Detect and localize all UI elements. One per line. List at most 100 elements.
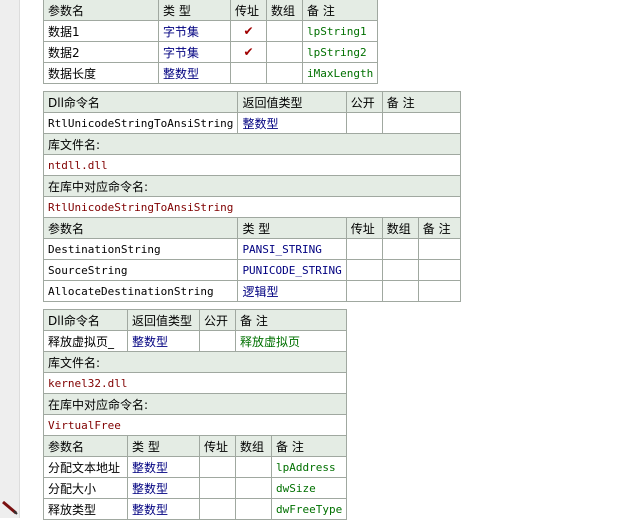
param-name[interactable]: AllocateDestinationString — [42, 280, 239, 302]
dll-note[interactable] — [381, 112, 461, 134]
lib-file-label: 库文件名: — [42, 351, 348, 373]
param-name[interactable]: 数据长度 — [43, 62, 159, 84]
col-dll-name: Dll命令名 — [43, 309, 128, 331]
col-array: 数组 — [381, 217, 419, 239]
param-array[interactable] — [266, 41, 303, 63]
param-note[interactable]: lpString2 — [301, 41, 379, 63]
param-note[interactable]: dwFreeType — [270, 498, 348, 520]
col-return-type: 返回值类型 — [127, 309, 200, 331]
param-byref[interactable] — [345, 280, 383, 302]
col-byref: 传址 — [230, 0, 267, 21]
table-row[interactable]: 分配大小 整数型 dwSize — [43, 477, 348, 499]
dll-header-row: Dll命令名 返回值类型 公开 备 注 — [43, 309, 348, 331]
param-array[interactable] — [266, 62, 303, 84]
col-param-name: 参数名 — [42, 217, 239, 239]
param-note[interactable]: lpString1 — [301, 20, 379, 42]
param-note[interactable] — [417, 259, 461, 281]
param-type[interactable]: PANSI_STRING — [237, 238, 347, 260]
table-row[interactable]: 数据2 字节集 ✔ lpString2 — [43, 41, 379, 63]
param-note[interactable]: lpAddress — [270, 456, 348, 478]
col-note: 备 注 — [234, 309, 348, 331]
param-type[interactable]: PUNICODE_STRING — [237, 259, 347, 281]
param-note[interactable] — [417, 280, 461, 302]
param-type[interactable]: 逻辑型 — [237, 280, 347, 302]
col-param-name: 参数名 — [43, 0, 159, 21]
entry-name-label: 在库中对应命令名: — [42, 393, 348, 415]
param-byref[interactable] — [345, 238, 383, 260]
param-type[interactable]: 整数型 — [127, 456, 200, 478]
param-name[interactable]: 数据1 — [43, 20, 159, 42]
dll-command-name[interactable]: 释放虚拟页_ — [43, 330, 128, 352]
param-byref[interactable] — [199, 498, 236, 520]
table-row[interactable]: 数据长度 整数型 iMaxLength — [43, 62, 379, 84]
col-note: 备 注 — [301, 0, 379, 21]
dll-header-row: Dll命令名 返回值类型 公开 备 注 — [42, 91, 461, 113]
table-row[interactable]: AllocateDestinationString 逻辑型 — [42, 280, 461, 302]
col-array: 数组 — [266, 0, 303, 21]
col-array: 数组 — [235, 435, 272, 457]
entry-name-label: 在库中对应命令名: — [43, 175, 461, 197]
param-note[interactable]: iMaxLength — [301, 62, 379, 84]
dll-public[interactable] — [345, 112, 383, 134]
param-name[interactable]: 释放类型 — [43, 498, 128, 520]
lib-file-value[interactable]: kernel32.dll — [42, 372, 348, 394]
table-row[interactable]: DestinationString PANSI_STRING — [42, 238, 461, 260]
param-array[interactable] — [381, 280, 419, 302]
param-name[interactable]: 分配大小 — [43, 477, 128, 499]
col-type: 类 型 — [158, 0, 231, 21]
param-array[interactable] — [381, 259, 419, 281]
col-note: 备 注 — [270, 435, 348, 457]
entry-name-value[interactable]: VirtualFree — [42, 414, 348, 436]
param-type[interactable]: 整数型 — [127, 477, 200, 499]
param-array[interactable] — [266, 20, 303, 42]
param-type[interactable]: 字节集 — [158, 41, 231, 63]
param-byref[interactable] — [199, 477, 236, 499]
dll-row[interactable]: 释放虚拟页_ 整数型 释放虚拟页 — [43, 330, 348, 352]
param-array[interactable] — [235, 477, 272, 499]
param-name[interactable]: 数据2 — [43, 41, 159, 63]
entry-name-value[interactable]: RtlUnicodeStringToAnsiString — [43, 196, 461, 218]
param-type[interactable]: 整数型 — [158, 62, 231, 84]
col-byref: 传址 — [345, 217, 383, 239]
dll-public[interactable] — [199, 330, 236, 352]
param-array[interactable] — [235, 498, 272, 520]
param-array[interactable] — [381, 238, 419, 260]
dll-note[interactable]: 释放虚拟页 — [234, 330, 348, 352]
col-public: 公开 — [199, 309, 236, 331]
table-row[interactable]: 释放类型 整数型 dwFreeType — [43, 498, 348, 520]
table-row[interactable]: 分配文本地址 整数型 lpAddress — [43, 456, 348, 478]
col-byref: 传址 — [199, 435, 236, 457]
col-type: 类 型 — [237, 217, 347, 239]
dll-row[interactable]: RtlUnicodeStringToAnsiString 整数型 — [42, 112, 461, 134]
param-name[interactable]: 分配文本地址 — [43, 456, 128, 478]
param-note[interactable] — [417, 238, 461, 260]
dll-command-table-2: Dll命令名 返回值类型 公开 备 注 释放虚拟页_ 整数型 释放虚拟页 库文件… — [42, 309, 348, 520]
param-byref[interactable] — [199, 456, 236, 478]
col-public: 公开 — [345, 91, 383, 113]
table-row[interactable]: SourceString PUNICODE_STRING — [42, 259, 461, 281]
dll-return-type[interactable]: 整数型 — [127, 330, 200, 352]
col-dll-name: Dll命令名 — [42, 91, 239, 113]
dll-return-type[interactable]: 整数型 — [237, 112, 347, 134]
param-byref[interactable] — [345, 259, 383, 281]
table-row[interactable]: 数据1 字节集 ✔ lpString1 — [43, 20, 379, 42]
col-return-type: 返回值类型 — [237, 91, 347, 113]
param-type[interactable]: 整数型 — [127, 498, 200, 520]
lib-file-label: 库文件名: — [43, 133, 461, 155]
param-byref[interactable] — [230, 62, 267, 84]
param-type[interactable]: 字节集 — [158, 20, 231, 42]
param-array[interactable] — [235, 456, 272, 478]
param-note[interactable]: dwSize — [270, 477, 348, 499]
dll-command-name[interactable]: RtlUnicodeStringToAnsiString — [42, 112, 239, 134]
param-name[interactable]: SourceString — [42, 259, 239, 281]
col-note: 备 注 — [381, 91, 461, 113]
param-name[interactable]: DestinationString — [42, 238, 239, 260]
col-type: 类 型 — [127, 435, 200, 457]
dll-command-table-1: Dll命令名 返回值类型 公开 备 注 RtlUnicodeStringToAn… — [42, 91, 461, 302]
check-icon[interactable]: ✔ — [230, 41, 267, 63]
lib-file-value[interactable]: ntdll.dll — [43, 154, 461, 176]
pencil-icon — [2, 501, 18, 515]
param-header-row: 参数名 类 型 传址 数组 备 注 — [42, 217, 461, 239]
left-gutter — [0, 0, 20, 518]
check-icon[interactable]: ✔ — [230, 20, 267, 42]
